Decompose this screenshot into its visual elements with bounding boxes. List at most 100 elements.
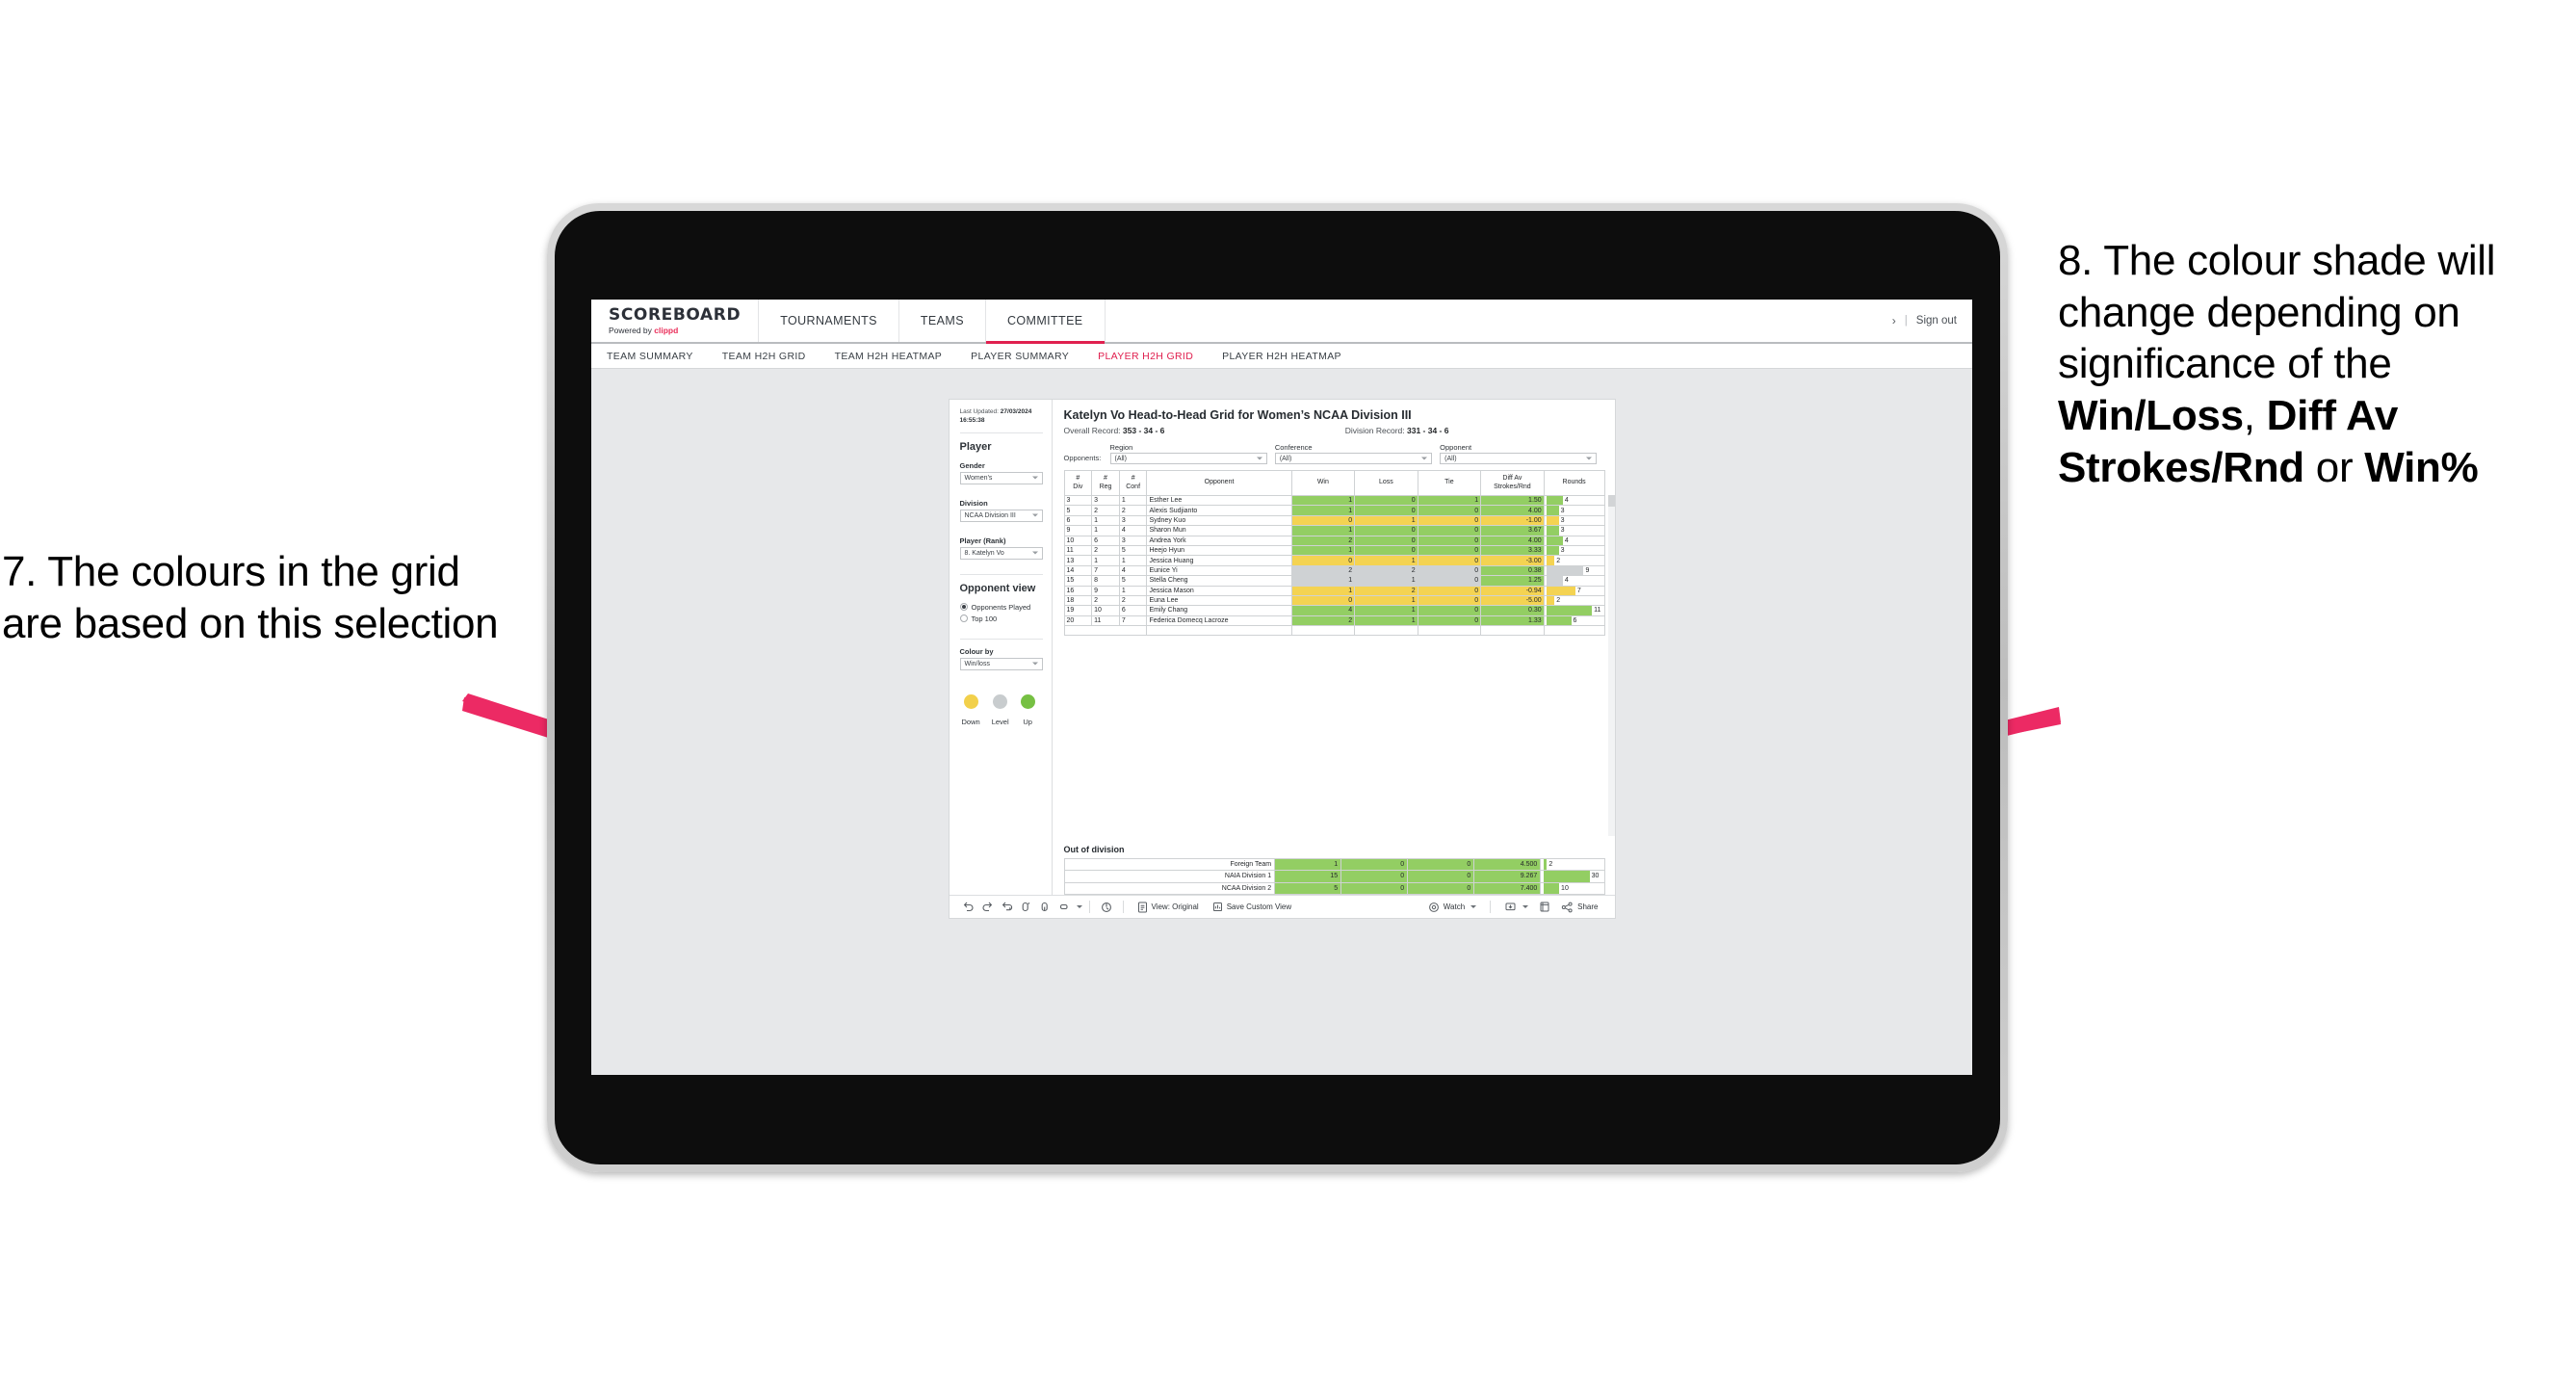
brand-logo[interactable]: SCOREBOARD Powered by clippd xyxy=(591,300,760,342)
cell-ood-diff: 4.500 xyxy=(1473,857,1542,871)
cell-opponent: Heejo Hyun xyxy=(1146,544,1292,557)
region-select[interactable]: (All) xyxy=(1109,453,1267,464)
watch-button[interactable]: Watch xyxy=(1421,902,1483,913)
annotation-sep2: or xyxy=(2303,443,2365,491)
cell-ood-diff: 9.267 xyxy=(1473,870,1542,883)
resize-icon[interactable] xyxy=(1055,898,1075,917)
radio-top-100[interactable]: Top 100 xyxy=(959,615,1043,623)
cell-rounds: 9 xyxy=(1543,564,1605,577)
fullscreen-icon[interactable] xyxy=(1535,898,1554,917)
alerts-icon[interactable] xyxy=(1097,898,1116,917)
subnav-player-summary[interactable]: PLAYER SUMMARY xyxy=(971,351,1069,362)
cell-rounds: 7 xyxy=(1543,585,1605,596)
download-caret-icon xyxy=(1522,905,1529,908)
table-row[interactable]: 15 8 5 Stella Cheng 1 1 0 1.25 4 xyxy=(1063,575,1605,587)
division-record-value: 331 - 34 - 6 xyxy=(1406,426,1449,435)
annotation-left-text: 7. The colours in the grid are based on … xyxy=(2,548,499,647)
chevron-right-icon[interactable]: › xyxy=(1892,314,1896,327)
table-row[interactable]: Foreign Team 1 0 0 4.500 2 xyxy=(1063,857,1605,871)
conference-select[interactable]: (All) xyxy=(1274,453,1433,464)
share-button[interactable]: Share xyxy=(1554,902,1604,913)
subnav-team-h2h-heatmap[interactable]: TEAM H2H HEATMAP xyxy=(835,351,943,362)
cell-ood-name: NAIA Division 1 xyxy=(1063,870,1276,883)
save-custom-view-button[interactable]: Save Custom View xyxy=(1206,902,1298,913)
cell-div: 6 xyxy=(1063,514,1093,527)
share-label: Share xyxy=(1577,902,1599,911)
cell-opponent: Jessica Huang xyxy=(1146,555,1292,566)
cell-win: 0 xyxy=(1290,594,1356,607)
table-row[interactable]: 18 2 2 Euna Lee 0 1 0 -5.00 2 xyxy=(1063,594,1605,607)
cell-ood-win: 1 xyxy=(1274,857,1342,871)
player-rank-select[interactable]: 8. Katelyn Vo xyxy=(959,546,1043,560)
subnav-player-h2h-grid[interactable]: PLAYER H2H GRID xyxy=(1098,351,1193,362)
cell-empty xyxy=(1354,625,1418,637)
subnav-team-h2h-grid[interactable]: TEAM H2H GRID xyxy=(722,351,806,362)
cell-tie: 0 xyxy=(1417,544,1482,557)
sign-out-link[interactable]: Sign out xyxy=(1916,315,1957,327)
table-row[interactable]: 14 7 4 Eunice Yi 2 2 0 0.38 9 xyxy=(1063,564,1605,577)
refresh-icon[interactable] xyxy=(1017,898,1036,917)
cell-tie: 0 xyxy=(1417,585,1482,596)
opponent-select[interactable]: (All) xyxy=(1440,453,1598,464)
cell-tie: 0 xyxy=(1417,525,1482,536)
table-row[interactable]: 5 2 2 Alexis Sudjianto 1 0 0 4.00 3 xyxy=(1063,505,1605,516)
table-row[interactable]: 19 10 6 Emily Chang 4 1 0 0.30 11 xyxy=(1063,605,1605,616)
viz-body: Last Updated: 27/03/2024 16:55:38 Player… xyxy=(949,400,1615,895)
col-diff-l1: Diff Av xyxy=(1502,475,1522,483)
col-loss: Loss xyxy=(1354,470,1418,496)
sub-navigation: TEAM SUMMARY TEAM H2H GRID TEAM H2H HEAT… xyxy=(591,344,1972,369)
nav-item-tournaments[interactable]: TOURNAMENTS xyxy=(759,300,899,342)
division-select[interactable]: NCAA Division III xyxy=(959,509,1043,522)
cell-loss: 1 xyxy=(1354,575,1418,587)
cell-tie: 0 xyxy=(1417,564,1482,577)
colour-by-select[interactable]: Win/loss xyxy=(959,657,1043,670)
pane-divider-2 xyxy=(959,573,1043,575)
col-reg-l1: # xyxy=(1104,475,1107,483)
cell-ood-loss: 0 xyxy=(1340,857,1409,871)
viz-container: Last Updated: 27/03/2024 16:55:38 Player… xyxy=(948,399,1616,919)
header-account-area: › | Sign out xyxy=(1892,300,1972,342)
chevron-down-icon xyxy=(1031,662,1038,666)
download-button[interactable] xyxy=(1497,902,1535,913)
col-conf: # Conf xyxy=(1118,470,1148,496)
cell-div: 15 xyxy=(1063,575,1093,587)
filter-region: Region (All) xyxy=(1109,443,1275,464)
cell-diff-av-strokes: 4.00 xyxy=(1480,535,1545,546)
nav-item-teams[interactable]: TEAMS xyxy=(899,300,986,342)
cell-win: 2 xyxy=(1290,615,1356,627)
cell-loss: 0 xyxy=(1354,494,1418,507)
radio-opponents-played-label: Opponents Played xyxy=(971,602,1031,612)
table-row[interactable]: 20 11 7 Federica Domecq Lacroze 2 1 0 1.33 6 xyxy=(1063,615,1605,627)
table-row[interactable]: 3 3 1 Esther Lee 1 0 1 1.50 4 xyxy=(1063,494,1605,507)
view-original-button[interactable]: View: Original xyxy=(1131,902,1206,913)
overall-record: Overall Record: 353 - 34 - 6 xyxy=(1064,426,1345,435)
table-row[interactable]: 6 1 3 Sydney Kuo 0 1 0 -1.00 3 xyxy=(1063,514,1605,527)
table-row[interactable]: NAIA Division 1 15 0 0 9.267 30 xyxy=(1063,870,1605,883)
watch-caret-icon xyxy=(1470,905,1477,908)
table-row[interactable]: NCAA Division 2 5 0 0 7.400 10 xyxy=(1063,881,1605,895)
resize-dropdown-caret-icon[interactable] xyxy=(1076,905,1082,908)
table-row[interactable]: 10 6 3 Andrea York 2 0 0 4.00 4 xyxy=(1063,535,1605,546)
gender-select[interactable]: Women’s xyxy=(959,471,1043,484)
overall-record-value: 353 - 34 - 6 xyxy=(1122,426,1165,435)
cell-conf: 2 xyxy=(1118,505,1148,516)
table-row[interactable]: 9 1 4 Sharon Mun 1 0 0 3.67 3 xyxy=(1063,525,1605,536)
table-row[interactable]: 11 2 5 Heejo Hyun 1 0 0 3.33 3 xyxy=(1063,544,1605,557)
table-row[interactable]: 13 1 1 Jessica Huang 0 1 0 -3.00 2 xyxy=(1063,555,1605,566)
cell-conf: 1 xyxy=(1118,494,1148,507)
cell-diff-av-strokes: 4.00 xyxy=(1480,505,1545,516)
subnav-player-h2h-heatmap[interactable]: PLAYER H2H HEATMAP xyxy=(1222,351,1341,362)
revert-icon[interactable] xyxy=(998,898,1017,917)
table-row[interactable]: 16 9 1 Jessica Mason 1 2 0 -0.94 7 xyxy=(1063,585,1605,596)
cell-conf: 1 xyxy=(1118,555,1148,566)
grid-vertical-scrollbar[interactable] xyxy=(1607,495,1615,836)
pause-icon[interactable] xyxy=(1036,898,1055,917)
radio-opponents-played[interactable]: Opponents Played xyxy=(959,602,1043,612)
redo-icon[interactable] xyxy=(978,898,998,917)
nav-item-committee[interactable]: COMMITTEE xyxy=(985,300,1106,344)
cell-diff-av-strokes: 0.30 xyxy=(1480,605,1545,616)
undo-icon[interactable] xyxy=(959,898,978,917)
grid-scrollbar-thumb[interactable] xyxy=(1607,495,1615,507)
cell-loss: 2 xyxy=(1354,564,1418,577)
subnav-team-summary[interactable]: TEAM SUMMARY xyxy=(607,351,693,362)
